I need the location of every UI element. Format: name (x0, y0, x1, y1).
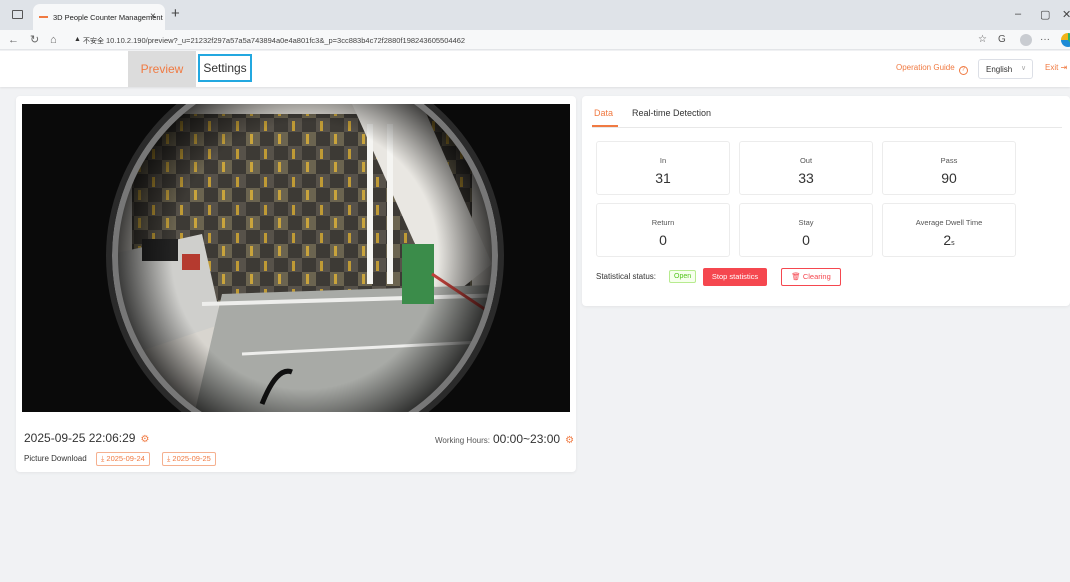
stat-value: 0 (802, 232, 810, 248)
home-icon[interactable]: ⌂ (50, 33, 57, 47)
data-card: Data Real-time Detection In 31 Out 33 Pa… (582, 96, 1070, 306)
working-hours: Working Hours: 00:00~23:00 ⚙ (435, 430, 574, 448)
gear-icon[interactable]: ⚙ (140, 434, 149, 445)
working-hours-value: 00:00~23:00 (492, 432, 561, 446)
more-menu-icon[interactable]: ··· (1040, 33, 1050, 47)
operation-guide-label: Operation Guide (896, 63, 955, 72)
stat-average-dwell-time: Average Dwell Time 2s (882, 203, 1016, 257)
reload-icon[interactable]: ↻ (30, 33, 39, 47)
app-header: Preview Settings Operation Guide? Englis… (0, 51, 1070, 87)
stat-label: Stay (798, 218, 814, 227)
collections-icon[interactable]: G (998, 33, 1006, 47)
clearing-label: Clearing (802, 272, 831, 281)
camera-datetime-value: 2025-09-25 22:06:29 (24, 431, 136, 445)
profile-avatar[interactable] (1020, 34, 1032, 46)
restore-icon[interactable]: ▢ (1040, 8, 1050, 21)
stat-pass: Pass 90 (882, 141, 1016, 195)
warning-icon: ▲ (74, 36, 81, 43)
stat-value: 2s (883, 232, 1015, 248)
operation-guide-link[interactable]: Operation Guide? (896, 63, 968, 75)
stat-value: 33 (798, 170, 814, 186)
statistical-status-label: Statistical status: (596, 272, 657, 281)
clearing-button[interactable]: 🗑 Clearing (781, 268, 841, 286)
back-icon[interactable]: ← (8, 33, 19, 47)
stop-statistics-button[interactable]: Stop statistics (703, 268, 767, 286)
address-bar: ← ↻ ⌂ ▲ 不安全 10.10.2.190/preview?_u=21232… (0, 30, 1070, 50)
help-icon: ? (958, 66, 968, 75)
close-window-icon[interactable]: ✕ (1062, 8, 1070, 21)
download-date: 2025-09-25 (172, 454, 211, 463)
browser-tab[interactable]: 3D People Counter Management × (33, 4, 165, 30)
security-label[interactable]: 不安全 (83, 36, 104, 46)
tab-data[interactable]: Data (594, 108, 613, 118)
browser-tab-bar: 3D People Counter Management × + – ▢ ✕ (0, 0, 1070, 30)
picture-download-label: Picture Download (24, 454, 87, 463)
stat-value: 0 (659, 232, 667, 248)
exit-button[interactable]: Exit ⇥ (1045, 63, 1067, 72)
chevron-down-icon: ∨ (1021, 65, 1027, 72)
language-select[interactable]: English ∨ (978, 59, 1033, 79)
new-tab-icon[interactable]: + (171, 6, 180, 21)
stat-stay: Stay 0 (739, 203, 873, 257)
favorite-star-icon[interactable]: ☆ (978, 33, 987, 47)
fisheye-camera-image (22, 104, 570, 412)
stat-value-number: 2 (943, 232, 952, 248)
stat-label: In (659, 156, 667, 165)
nav-settings[interactable]: Settings (198, 54, 252, 82)
stat-return: Return 0 (596, 203, 730, 257)
url-field[interactable]: ▲ 不安全 10.10.2.190/preview?_u=21232f297a5… (68, 32, 1028, 48)
download-icon: ⤓ (167, 454, 171, 463)
trash-icon: 🗑 (791, 272, 801, 281)
stat-out: Out 33 (739, 141, 873, 195)
stat-value: 90 (941, 170, 957, 186)
camera-datetime: 2025-09-25 22:06:29 ⚙ (24, 431, 149, 445)
stat-label: Average Dwell Time (915, 218, 983, 227)
download-date: 2025-09-24 (106, 454, 145, 463)
download-button-2025-09-25[interactable]: ⤓ 2025-09-25 (162, 452, 216, 466)
tab-divider (592, 127, 1062, 128)
exit-label: Exit (1045, 63, 1059, 72)
fisheye-video-feed (22, 104, 570, 412)
stat-unit: s (951, 240, 955, 247)
browser-tab-title: 3D People Counter Management (53, 13, 163, 22)
stat-label: Return (651, 218, 675, 227)
camera-card: 2025-09-25 22:06:29 ⚙ Working Hours: 00:00… (16, 96, 576, 472)
gear-icon[interactable]: ⚙ (565, 435, 574, 446)
url-text: 10.10.2.190/preview?_u=21232f297a57a5a74… (106, 36, 466, 45)
download-button-2025-09-24[interactable]: ⤓ 2025-09-24 (96, 452, 150, 466)
stat-value: 31 (655, 170, 671, 186)
stat-label: Pass (940, 156, 958, 165)
nav-preview[interactable]: Preview (128, 51, 196, 87)
edge-logo-icon[interactable] (1061, 33, 1070, 47)
window-menu-icon[interactable] (12, 10, 23, 19)
close-tab-icon[interactable]: × (150, 11, 156, 22)
logout-icon: ⇥ (1060, 63, 1068, 72)
language-value: English (986, 65, 1013, 74)
download-icon: ⤓ (101, 454, 105, 463)
tab-realtime-detection[interactable]: Real-time Detection (632, 108, 711, 118)
favicon-icon (39, 16, 48, 18)
stat-in: In 31 (596, 141, 730, 195)
stat-label: Out (799, 156, 813, 165)
working-hours-label: Working Hours: (435, 436, 490, 445)
status-badge: Open (669, 270, 697, 283)
minimize-icon[interactable]: – (1015, 8, 1021, 20)
